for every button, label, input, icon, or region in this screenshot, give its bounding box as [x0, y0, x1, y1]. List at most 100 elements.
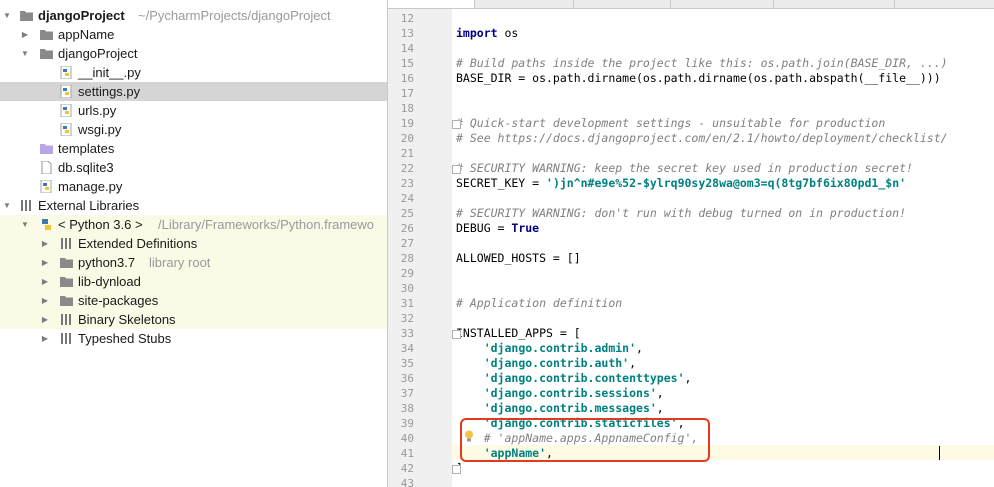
line-number: 35 — [400, 357, 414, 370]
line-number: 23 — [400, 177, 414, 190]
code-line[interactable]: # Application definition — [456, 296, 622, 311]
editor-tab[interactable] — [574, 0, 671, 8]
tree-item-label: External Libraries — [38, 198, 140, 213]
code-line[interactable]: SECRET_KEY = ')jn^n#e9e%52-$ylrq90sy28wa… — [456, 176, 906, 191]
library-icon — [61, 333, 71, 344]
code-line[interactable]: # SECURITY WARNING: don't run with debug… — [456, 206, 906, 221]
tree-item-label: Binary Skeletons — [78, 312, 176, 327]
line-number: 34 — [400, 342, 414, 355]
python-file-icon — [60, 66, 72, 79]
line-number: 40 — [400, 432, 414, 445]
tree-item-hint: /Library/Frameworks/Python.framewo — [158, 217, 375, 232]
fold-marker-icon[interactable] — [452, 330, 461, 339]
line-number: 27 — [400, 237, 414, 250]
tree-root-row[interactable]: ▼ djangoProject ~/PycharmProjects/django… — [0, 6, 387, 25]
tree-item-db-sqlite3[interactable]: db.sqlite3 — [0, 158, 387, 177]
library-icon — [21, 200, 31, 211]
tree-item-settings-py[interactable]: settings.py — [0, 82, 387, 101]
line-number: 17 — [400, 87, 414, 100]
python-file-icon — [60, 123, 72, 136]
tree-item-extended-definitions[interactable]: ▶ Extended Definitions — [0, 234, 387, 253]
code-line[interactable]: 'django.contrib.contenttypes', — [456, 371, 692, 386]
chevron-right-icon[interactable]: ▶ — [40, 272, 50, 291]
tree-item-label: Extended Definitions — [78, 236, 198, 251]
code-line[interactable]: 'django.contrib.sessions', — [456, 386, 664, 401]
fold-marker-icon[interactable] — [452, 165, 461, 174]
editor-tab[interactable] — [475, 0, 574, 8]
code-line[interactable]: import os — [456, 26, 518, 41]
code-line[interactable]: # SECURITY WARNING: keep the secret key … — [456, 161, 913, 176]
tree-item-label: lib-dynload — [78, 274, 141, 289]
tree-item-wsgi-py[interactable]: wsgi.py — [0, 120, 387, 139]
code-line[interactable]: 'django.contrib.messages', — [456, 401, 664, 416]
line-number: 32 — [400, 312, 414, 325]
line-number: 25 — [400, 207, 414, 220]
editor-tab[interactable] — [671, 0, 774, 8]
tree-item-python-sdk[interactable]: ▼ < Python 3.6 > /Library/Frameworks/Pyt… — [0, 215, 387, 234]
line-number: 43 — [400, 477, 414, 487]
chevron-right-icon[interactable]: ▶ — [40, 253, 50, 272]
tree-item-label: djangoProject — [58, 46, 138, 61]
chevron-right-icon[interactable]: ▶ — [40, 310, 50, 329]
line-number: 21 — [400, 147, 414, 160]
fold-marker-icon[interactable] — [452, 120, 461, 129]
line-number: 42 — [400, 462, 414, 475]
line-number: 29 — [400, 267, 414, 280]
tree-item-urls-py[interactable]: urls.py — [0, 101, 387, 120]
folder-icon — [60, 277, 73, 287]
folder-icon — [20, 11, 33, 21]
editor-tab[interactable] — [774, 0, 895, 8]
lightbulb-icon[interactable] — [464, 430, 474, 442]
line-number-gutter: 12 13 14 15 16 17 18 19 20 21 22 23 24 25 26 27 28 29 30 31… — [388, 9, 452, 487]
tree-item-label: __init__.py — [78, 65, 141, 80]
code-line[interactable]: DEBUG = True — [456, 221, 539, 236]
tree-item-label: db.sqlite3 — [58, 160, 114, 175]
tree-item-site-packages[interactable]: ▶ site-packages — [0, 291, 387, 310]
library-icon — [61, 314, 71, 325]
line-number: 28 — [400, 252, 414, 265]
tree-item-init-py[interactable]: __init__.py — [0, 63, 387, 82]
folder-icon — [60, 296, 73, 306]
tree-item-label: Typeshed Stubs — [78, 331, 172, 346]
python-file-icon — [60, 85, 72, 98]
chevron-right-icon[interactable]: ▶ — [20, 25, 30, 44]
code-line[interactable]: # See https://docs.djangoproject.com/en/… — [456, 131, 948, 146]
tree-item-templates[interactable]: templates — [0, 139, 387, 158]
line-number: 39 — [400, 417, 414, 430]
fold-marker-icon[interactable] — [452, 465, 461, 474]
tree-item-label: templates — [58, 141, 115, 156]
tree-item-appname[interactable]: ▶ appName — [0, 25, 387, 44]
tree-item-manage-py[interactable]: manage.py — [0, 177, 387, 196]
code-line[interactable]: 'django.contrib.admin', — [456, 341, 643, 356]
chevron-right-icon[interactable]: ▶ — [40, 329, 50, 348]
chevron-down-icon[interactable]: ▼ — [20, 44, 30, 63]
line-number: 38 — [400, 402, 414, 415]
code-line[interactable]: 'django.contrib.auth', — [456, 356, 636, 371]
folder-icon — [40, 144, 53, 154]
file-icon — [41, 161, 52, 174]
tree-item-label: site-packages — [78, 293, 159, 308]
code-line[interactable]: ALLOWED_HOSTS = [] — [456, 251, 581, 266]
code-editor[interactable]: 12 13 14 15 16 17 18 19 20 21 22 23 24 25 26 27 28 29 30 31… — [388, 0, 994, 487]
code-line[interactable]: # Quick-start development settings - uns… — [456, 116, 885, 131]
tree-item-lib-dynload[interactable]: ▶ lib-dynload — [0, 272, 387, 291]
code-line[interactable]: # Build paths inside the project like th… — [456, 56, 948, 71]
chevron-right-icon[interactable]: ▶ — [40, 234, 50, 253]
chevron-down-icon[interactable]: ▼ — [2, 6, 12, 25]
folder-icon — [40, 30, 53, 40]
code-line[interactable]: INSTALLED_APPS = [ — [456, 326, 581, 341]
tree-item-external-libraries[interactable]: ▼ External Libraries — [0, 196, 387, 215]
tree-item-binary-skeletons[interactable]: ▶ Binary Skeletons — [0, 310, 387, 329]
code-line[interactable]: BASE_DIR = os.path.dirname(os.path.dirna… — [456, 71, 941, 86]
editor-tab-strip — [388, 0, 994, 9]
line-number: 13 — [400, 27, 414, 40]
chevron-down-icon[interactable]: ▼ — [20, 215, 30, 234]
tree-item-python37[interactable]: ▶ python3.7 library root — [0, 253, 387, 272]
editor-tab[interactable] — [388, 0, 475, 8]
chevron-down-icon[interactable]: ▼ — [2, 196, 12, 215]
chevron-right-icon[interactable]: ▶ — [40, 291, 50, 310]
tree-item-hint: library root — [149, 255, 211, 270]
tree-item-typeshed-stubs[interactable]: ▶ Typeshed Stubs — [0, 329, 387, 348]
tree-item-djangoproject[interactable]: ▼ djangoProject — [0, 44, 387, 63]
folder-icon — [40, 49, 53, 59]
